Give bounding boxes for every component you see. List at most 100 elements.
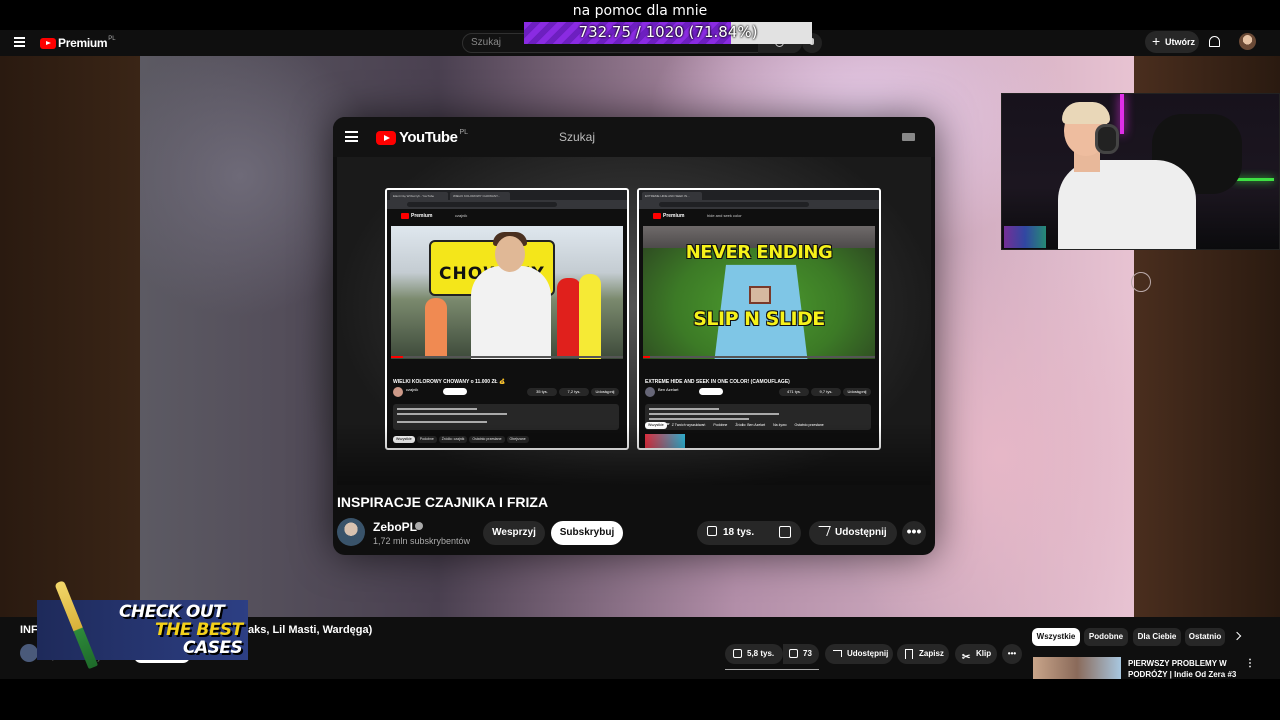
mini-subscribe-button [699,388,723,395]
mini-youtube-logo-icon [401,213,409,219]
clip-label: Klip [976,649,992,658]
youtube-play-icon [40,37,56,49]
donation-goal-text: 732.75 / 1020 (71.84%) [578,23,758,41]
chip-recent[interactable]: Ostatnio [1185,628,1225,646]
mini-channel-name: czajnik [406,387,419,392]
mini-channel-avatar [393,387,403,397]
keyboard-icon [902,133,915,141]
video-left-edge [0,56,140,617]
inner-video-frame: Elanti Cię Wzburzyli - YouTube WIELKI KO… [337,157,931,485]
cursor-icon [1131,272,1151,292]
headphones-icon [1095,124,1119,154]
recommended-video-thumbnail[interactable] [1033,657,1121,679]
inner-logo-country-code: PL [459,129,468,136]
mini-youtube-logo-icon [653,213,661,219]
browser-tab: Elanti Cię Wzburzyli - YouTube [390,192,448,200]
verified-badge-icon [415,522,423,530]
share-label: Udostępnij [835,527,887,538]
mini-channel-avatar [645,387,655,397]
mini-likes: 471 tys. [779,388,809,396]
youtube-premium-logo[interactable]: Premium PL [40,36,116,50]
mini-channel-name: Ben Azelart [658,387,679,392]
chevron-right-icon[interactable] [1232,631,1242,641]
thumb-down-icon [779,526,791,538]
dislike-button[interactable]: 73 [783,644,819,664]
mini-video-title: EXTREME HIDE AND SEEK IN ONE COLOR! (CAM… [645,379,790,385]
screenshot-ben-azelart: EXTREME HIDE AND SEEK IN... Premium hide… [637,188,881,450]
scissors-icon: ✂ [962,652,971,663]
save-button[interactable]: Zapisz [897,644,949,664]
clip-button[interactable]: ✂ Klip [955,644,997,664]
streamer-webcam [1001,93,1280,250]
browser-tab: WIELKI KOLOROWY CHOWANY... [450,192,510,200]
share-button: Udostępnij [809,521,897,545]
mini-share: Udostępnij [843,388,871,396]
inner-channel-name: ZeboPL [373,520,417,534]
dislike-count: 73 [803,649,812,658]
more-options-icon: ••• [902,521,926,545]
inner-youtube-logo: YouTube PL [376,129,468,146]
mini-progress-bar [643,356,875,358]
chip-similar[interactable]: Podobne [1084,628,1128,646]
chip-for-you[interactable]: Dla Ciebie [1133,628,1181,646]
browser-tab: EXTREME HIDE AND SEEK IN... [642,192,702,200]
save-label: Zapisz [919,649,944,658]
mini-search-query: czajnik [455,213,468,218]
ad-text-the-best: THE BEST [155,620,243,640]
bookmark-icon [905,649,913,659]
create-button[interactable]: Utwórz [1145,30,1199,53]
like-count: 18 tys. [723,527,755,538]
like-count: 5,8 tys. [747,649,775,658]
inner-channel-avatar [337,518,365,546]
neon-light-green [1234,178,1274,181]
share-label: Udostępnij [847,649,889,658]
chip-all[interactable]: Wszystkie [1032,628,1080,646]
mini-logo-text: Premium [411,213,433,219]
support-button: Wesprzyj [483,521,545,545]
ad-text-check-out: CHECK OUT [119,602,225,622]
account-avatar[interactable] [1239,33,1256,50]
recommended-video-title[interactable]: PIERWSZY PROBLEMY W PODRÓŻY | Indie Od Z… [1128,658,1238,680]
browser-tabs: EXTREME HIDE AND SEEK IN... [639,190,879,200]
neon-light-pink [1120,94,1124,134]
mini-likes: 35 tys. [527,388,557,396]
video-title-end: aks, Lil Masti, Wardęga) [248,624,373,636]
channel-avatar[interactable] [20,644,38,662]
thumb-down-icon [789,649,798,658]
rgb-keyboard [1004,226,1046,248]
donation-goal-title: na pomoc dla mnie [572,3,708,19]
mini-progress-bar [391,356,623,358]
logo-text: Premium [58,36,108,50]
share-icon [815,526,831,536]
like-ratio-bar [725,669,819,670]
mini-video-slip-n-slide: NEVER ENDING SLIP N SLIDE [643,226,875,359]
mini-share: Udostępnij [591,388,619,396]
mini-search-query: hide and seek color [707,213,742,218]
mini-youtube-header: Premium hide and seek color [639,209,879,223]
share-button[interactable]: Udostępnij [825,644,893,664]
like-button[interactable]: 5,8 tys. [725,644,783,664]
thumb-up-icon [707,526,717,536]
screenshot-czajnik: Elanti Cię Wzburzyli - YouTube WIELKI KO… [385,188,629,450]
inner-hamburger-menu-icon [345,131,358,142]
hamburger-menu-icon[interactable] [14,37,25,47]
browser-url-bar [387,200,627,209]
inner-video-title: INSPIRACJE CZAJNIKA I FRIZA [337,494,549,510]
browser-tabs: Elanti Cię Wzburzyli - YouTube WIELKI KO… [387,190,627,200]
mini-video-title: WIELKI KOLOROWY CHOWANY o 11.000 ZŁ 💰 [393,379,506,385]
inner-search-placeholder: Szukaj [559,130,596,144]
share-icon [833,650,842,657]
inner-youtube-window: YouTube PL Szukaj Elanti Cię Wzburzyli -… [333,117,935,555]
person-white-hoodie [471,266,551,359]
inner-logo-text: YouTube [399,129,458,146]
mini-video-czajnik: CHOWANY [391,226,623,359]
recommended-more-icon[interactable]: ⋮ [1245,658,1255,669]
thumb-up-icon [733,649,742,658]
mini-logo-text: Premium [663,213,685,219]
thumbnail-text-slip-n-slide: SLIP N SLIDE [693,308,825,330]
notifications-bell-icon[interactable] [1209,36,1220,47]
mini-youtube-header: Premium czajnik [387,209,627,223]
inner-youtube-play-icon [376,130,396,145]
more-actions-icon[interactable]: ••• [1002,644,1022,664]
inner-channel-subscribers: 1,72 mln subskrybentów [373,536,471,546]
